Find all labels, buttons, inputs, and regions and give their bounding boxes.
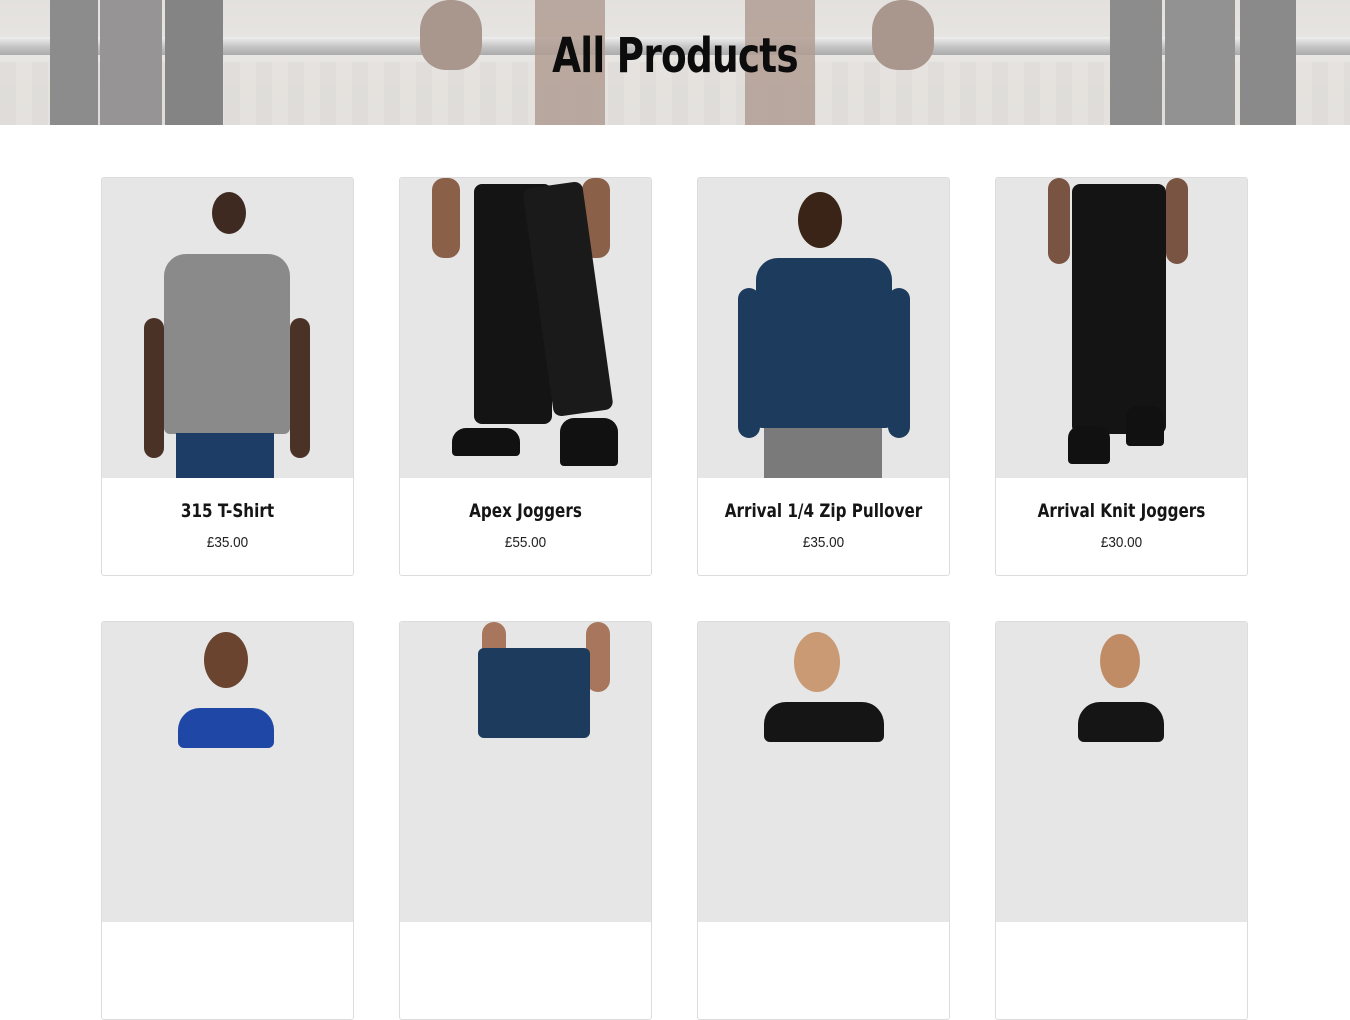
product-name[interactable]: 315 T-Shirt [127,478,328,522]
product-card[interactable] [995,621,1248,1020]
product-price: £35.00 [206,534,249,551]
product-name[interactable] [723,922,924,944]
product-name[interactable]: Arrival Knit Joggers [1021,478,1222,522]
product-image[interactable] [698,178,949,478]
product-image[interactable] [102,178,353,478]
product-card[interactable]: Arrival 1/4 Zip Pullover £35.00 [697,177,950,576]
product-name[interactable]: Apex Joggers [425,478,626,522]
hero-banner: All Products [0,0,1350,125]
product-card[interactable] [399,621,652,1020]
product-name[interactable] [425,922,626,944]
product-image[interactable] [102,622,353,922]
product-price: £35.00 [802,534,845,551]
product-card[interactable]: Apex Joggers £55.00 [399,177,652,576]
product-name[interactable] [127,922,328,944]
product-card[interactable]: Arrival Knit Joggers £30.00 [995,177,1248,576]
product-name[interactable] [1021,922,1222,944]
product-card[interactable] [101,621,354,1020]
product-image[interactable] [400,178,651,478]
page-title: All Products [552,28,799,84]
product-card[interactable] [697,621,950,1020]
product-image[interactable] [996,622,1247,922]
product-card[interactable]: 315 T-Shirt £35.00 [101,177,354,576]
product-price: £55.00 [504,534,547,551]
product-image[interactable] [698,622,949,922]
product-image[interactable] [400,622,651,922]
product-price: £30.00 [1100,534,1143,551]
product-image[interactable] [996,178,1247,478]
product-grid: 315 T-Shirt £35.00 Apex Joggers £55.00 A… [101,177,1249,1020]
product-name[interactable]: Arrival 1/4 Zip Pullover [723,478,924,522]
